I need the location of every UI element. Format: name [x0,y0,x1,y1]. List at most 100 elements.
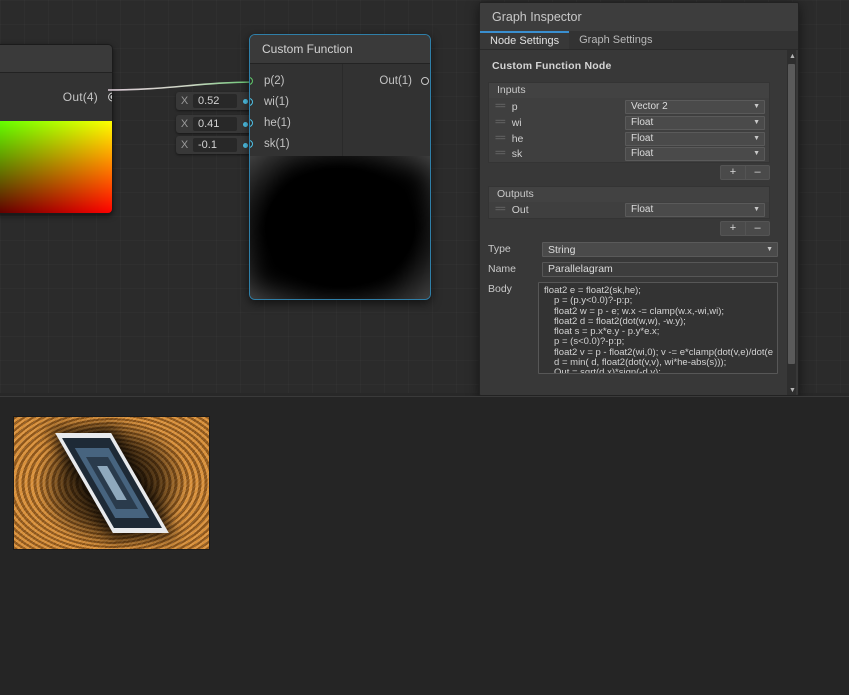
field-port-icon[interactable] [243,99,248,104]
node-preview-thumbnail [250,156,430,299]
name-input[interactable]: Parallelagram [542,262,778,277]
float-field-wi[interactable]: X 0.52 [176,92,254,110]
inspector-scrollbar[interactable]: ▲ ▼ [787,50,796,396]
upstream-node[interactable]: Out(4) [0,44,113,214]
add-output-button[interactable]: + [720,221,745,236]
input-type-value: Float [631,117,653,128]
add-input-button[interactable]: + [720,165,745,180]
type-value: String [548,244,575,256]
input-port-icon[interactable] [249,77,253,85]
outputs-section: Outputs == Out Float ▼ [488,186,770,219]
output-port-label: Out(1) [379,75,412,87]
tab-node-settings[interactable]: Node Settings [480,31,569,49]
preview-parallelogram-shape [276,189,405,267]
input-name[interactable]: he [512,133,625,145]
float-field-he[interactable]: X 0.41 [176,115,254,133]
chevron-down-icon: ▼ [753,103,760,110]
input-port-label: sk(1) [264,138,290,150]
name-field-row: Name Parallelagram [488,262,778,277]
remove-input-button[interactable]: – [745,165,770,180]
drag-handle-icon[interactable]: == [495,148,505,159]
input-type-dropdown[interactable]: Vector 2 ▼ [625,100,765,114]
input-name[interactable]: sk [512,148,625,160]
output-row-out[interactable]: == Out Float ▼ [489,203,769,218]
outputs-section-header: Outputs [489,187,769,202]
input-row-he[interactable]: == he Float ▼ [489,131,769,146]
drag-handle-icon[interactable]: == [495,101,505,112]
graph-inspector-title: Graph Inspector [480,3,798,31]
app-root: Out(4) X 0.52 [0,0,849,695]
float-value-input[interactable]: 0.52 [193,94,237,108]
output-type-value: Float [631,204,653,215]
scroll-down-icon[interactable]: ▼ [789,387,796,394]
type-control: String ▼ [542,242,778,257]
input-port-label: p(2) [264,75,284,87]
body-textarea[interactable]: float2 e = float2(sk,he); p = (p.y<0.0)?… [538,282,778,374]
field-port-icon[interactable] [243,143,248,148]
output-name[interactable]: Out [512,204,625,216]
custom-function-node-title[interactable]: Custom Function [250,35,430,64]
axis-label: X [176,118,193,130]
inputs-add-remove-controls: + – [488,165,770,180]
axis-label: X [176,95,193,107]
input-port-icon[interactable] [249,98,253,106]
float-field-sk[interactable]: X -0.1 [176,136,254,154]
inspector-content: Custom Function Node Inputs == p Vector … [480,50,798,396]
node-input-row[interactable]: he(1) [250,112,342,133]
graph-inspector-panel[interactable]: Graph Inspector Node Settings Graph Sett… [479,2,799,396]
input-row-p[interactable]: == p Vector 2 ▼ [489,99,769,114]
tab-graph-settings[interactable]: Graph Settings [569,31,662,49]
field-port-icon[interactable] [243,122,248,127]
scroll-up-icon[interactable]: ▲ [789,53,796,60]
input-name[interactable]: wi [512,117,625,129]
node-input-ports: p(2) wi(1) he(1) sk(1) [250,64,342,156]
name-control: Parallelagram [542,262,778,277]
input-row-sk[interactable]: == sk Float ▼ [489,147,769,162]
input-type-dropdown[interactable]: Float ▼ [625,132,765,146]
input-name[interactable]: p [512,101,625,113]
input-port-label: wi(1) [264,96,289,108]
body-field-row: Body float2 e = float2(sk,he); p = (p.y<… [488,282,778,374]
upstream-node-ports: Out(4) [0,73,112,121]
chevron-down-icon: ▼ [753,135,760,142]
output-port-icon[interactable] [421,77,429,85]
inspector-node-heading: Custom Function Node [492,60,788,72]
input-type-value: Float [631,148,653,159]
chevron-down-icon: ▼ [753,150,760,157]
chevron-down-icon: ▼ [753,119,760,126]
node-input-row[interactable]: wi(1) [250,91,342,112]
node-input-row[interactable]: sk(1) [250,133,342,154]
outputs-add-remove-controls: + – [488,221,770,236]
axis-label: X [176,139,193,151]
scrollbar-thumb[interactable] [788,64,795,364]
input-port-icon[interactable] [249,140,253,148]
output-port-icon[interactable] [108,93,113,102]
input-port-label: he(1) [264,117,291,129]
upstream-output-label: Out(4) [63,90,98,104]
drag-handle-icon[interactable]: == [495,133,505,144]
input-row-wi[interactable]: == wi Float ▼ [489,115,769,130]
type-dropdown[interactable]: String ▼ [542,242,778,257]
float-value-input[interactable]: -0.1 [193,138,237,152]
input-type-value: Float [631,133,653,144]
float-value-input[interactable]: 0.41 [193,117,237,131]
body-control: float2 e = float2(sk,he); p = (p.y<0.0)?… [538,282,778,374]
inputs-section: Inputs == p Vector 2 ▼ == wi Float ▼ [488,82,770,163]
drag-handle-icon[interactable]: == [495,204,505,215]
drag-handle-icon[interactable]: == [495,117,505,128]
output-type-dropdown[interactable]: Float ▼ [625,203,765,217]
node-output-row[interactable]: Out(1) [343,70,430,91]
input-type-value: Vector 2 [631,101,668,112]
node-input-row[interactable]: p(2) [250,70,342,91]
custom-function-node-ports: p(2) wi(1) he(1) sk(1) [250,64,430,156]
custom-function-node[interactable]: Custom Function p(2) wi(1) he(1) [249,34,431,300]
input-port-icon[interactable] [249,119,253,127]
body-label: Body [488,282,538,295]
input-type-dropdown[interactable]: Float ▼ [625,116,765,130]
upstream-node-title-bar[interactable] [0,45,112,73]
type-label: Type [488,242,542,255]
remove-output-button[interactable]: – [745,221,770,236]
node-output-ports: Out(1) [342,64,430,156]
input-type-dropdown[interactable]: Float ▼ [625,147,765,161]
inspector-tab-bar: Node Settings Graph Settings [480,31,798,50]
